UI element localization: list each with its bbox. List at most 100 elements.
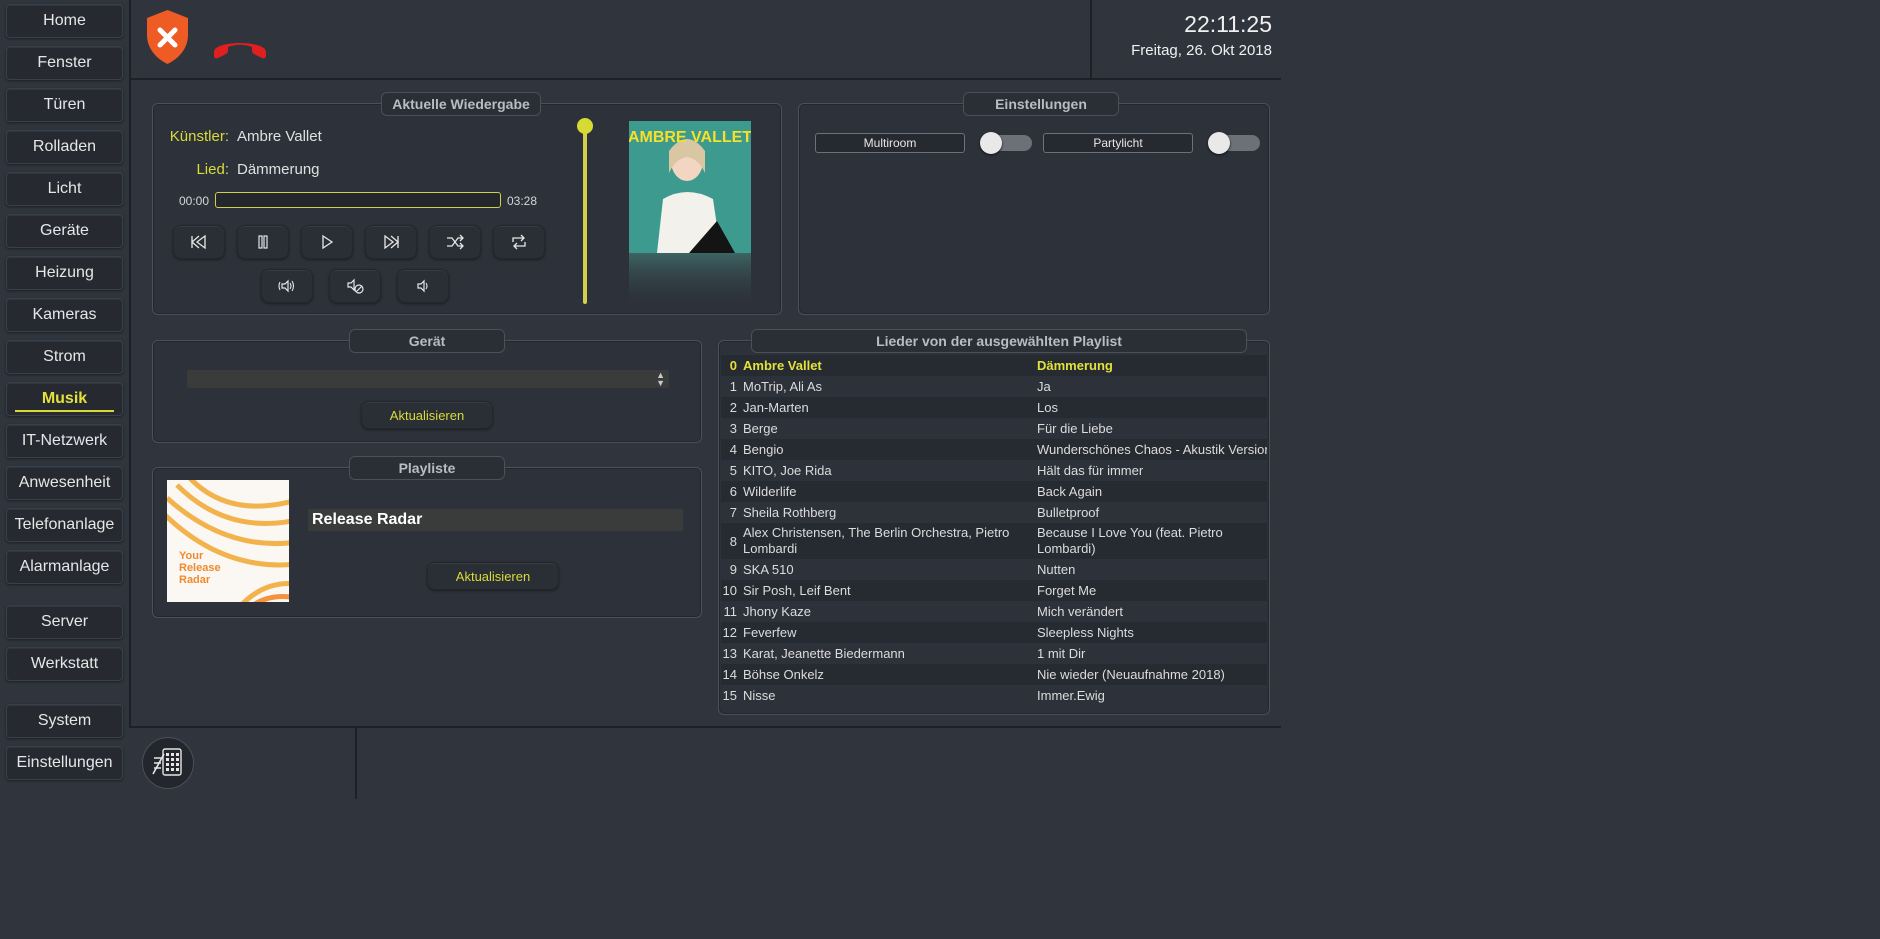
row-artist: Böhse Onkelz (743, 666, 824, 682)
row-title: Immer.Ewig (1037, 687, 1105, 703)
row-title: Wunderschönes Chaos - Akustik Version (1037, 441, 1267, 457)
table-row[interactable]: 12 Feverfew Sleepless Nights (721, 622, 1267, 643)
table-row[interactable]: 13 Karat, Jeanette Biedermann 1 mit Dir (721, 643, 1267, 664)
sidebar-item-system[interactable]: System (6, 704, 123, 738)
row-artist: Berge (743, 420, 778, 436)
song-label: Lied: (196, 161, 229, 178)
sidebar-item-server[interactable]: Server (6, 605, 123, 639)
repeat-button[interactable] (493, 225, 545, 259)
sidebar-item-musik[interactable]: Musik (6, 382, 123, 416)
sidebar-item-home[interactable]: Home (6, 4, 123, 38)
volume-slider[interactable] (577, 118, 593, 304)
keypad-icon (152, 748, 182, 776)
row-artist: SKA 510 (743, 561, 794, 577)
sidebar-item-anwesenheit[interactable]: Anwesenheit (6, 466, 123, 500)
shuffle-button[interactable] (429, 225, 481, 259)
multiroom-label: Multiroom (815, 133, 965, 153)
sidebar-item-heizung[interactable]: Heizung (6, 256, 123, 290)
sidebar-item-telefonanlage[interactable]: Telefonanlage (6, 508, 123, 542)
forward-button[interactable] (365, 225, 417, 259)
table-row[interactable]: 4 Bengio Wunderschönes Chaos - Akustik Ver… (721, 439, 1267, 460)
row-number: 13 (722, 646, 737, 661)
table-row[interactable]: 6 Wilderlife Back Again (721, 481, 1267, 502)
clock-time: 22:11:25 (1184, 11, 1272, 37)
phone-hangup-icon[interactable] (210, 32, 270, 60)
table-row[interactable]: 7 Sheila Rothberg Bulletproof (721, 502, 1267, 523)
sidebar-item-rolladen[interactable]: Rolladen (6, 130, 123, 164)
progress-bar[interactable] (215, 192, 501, 208)
artist-label: Künstler: (169, 128, 229, 145)
time-current: 00:00 (179, 194, 210, 208)
sidebar-item-it-netzwerk[interactable]: IT-Netzwerk (6, 424, 123, 458)
row-artist: Karat, Jeanette Biedermann (743, 645, 905, 661)
rewind-button[interactable] (173, 225, 225, 259)
table-row[interactable]: 8 Alex Christensen, The Berlin Orchestra,… (721, 523, 1267, 559)
sidebar-item-einstellungen[interactable]: Einstellungen (6, 746, 123, 780)
table-row[interactable]: 11 Jhony Kaze Mich verändert (721, 601, 1267, 622)
multiroom-toggle[interactable] (980, 132, 1032, 154)
mute-button[interactable] (329, 269, 381, 303)
playlist-name: Release Radar (308, 509, 683, 531)
settings-title: Einstellungen (963, 92, 1119, 116)
row-title: Ja (1037, 378, 1051, 394)
row-number: 9 (729, 562, 737, 577)
sidebar-item-fenster[interactable]: Fenster (6, 46, 123, 80)
multiroom-toggle-knob (980, 132, 1002, 154)
songs-table: 0 Ambre Vallet Dämmerung 1 MoTrip, Ali As Ja… (721, 355, 1267, 713)
row-title: Forget Me (1037, 582, 1097, 598)
table-row[interactable]: 10 Sir Posh, Leif Bent Forget Me (721, 580, 1267, 601)
row-title: 1 mit Dir (1037, 645, 1086, 661)
volume-slider-handle[interactable] (577, 118, 593, 134)
volume-down-button[interactable] (397, 269, 449, 303)
sidebar-item-alarmanlage[interactable]: Alarmanlage (6, 550, 123, 584)
table-row[interactable]: 14 Böhse Onkelz Nie wieder (Neuaufnahme 20… (721, 664, 1267, 685)
album-cover: AMBRE VALLET (628, 121, 752, 311)
partylicht-toggle[interactable] (1208, 132, 1260, 154)
row-number: 10 (722, 583, 737, 598)
sidebar-item-werkstatt[interactable]: Werkstatt (6, 647, 123, 681)
volume-down-icon (417, 279, 428, 293)
device-select[interactable]: ▲ ▼ (187, 370, 669, 388)
row-number: 5 (729, 463, 737, 478)
sidebar-item-kameras[interactable]: Kameras (6, 298, 123, 332)
playlist-cover: Your Release Radar (167, 480, 289, 602)
device-select-value (187, 372, 193, 386)
clock-date: Freitag, 26. Okt 2018 (1131, 42, 1272, 59)
row-number: 12 (722, 625, 737, 640)
volume-up-button[interactable] (261, 269, 313, 303)
row-title: Back Again (1037, 483, 1103, 499)
row-artist: Alex Christensen, The Berlin Orchestra, … (743, 525, 1010, 556)
row-number: 3 (729, 421, 737, 436)
table-row[interactable]: 5 KITO, Joe Rida Hält das für immer (721, 460, 1267, 481)
playlist-refresh-button[interactable]: Aktualisieren (427, 562, 559, 590)
row-artist: KITO, Joe Rida (743, 462, 832, 478)
table-row[interactable]: 1 MoTrip, Ali As Ja (721, 376, 1267, 397)
time-total: 03:28 (507, 194, 538, 208)
song-value: Dämmerung (237, 161, 320, 178)
clock-divider (1090, 0, 1092, 79)
table-row[interactable]: 2 Jan-Marten Los (721, 397, 1267, 418)
sidebar-item-licht[interactable]: Licht (6, 172, 123, 206)
keypad-button[interactable] (142, 737, 194, 789)
row-artist: Sir Posh, Leif Bent (743, 582, 851, 598)
device-title: Gerät (349, 329, 505, 353)
songs-title: Lieder von der ausgewählten Playlist (751, 329, 1247, 353)
play-button[interactable] (301, 225, 353, 259)
sidebar-item-geraete[interactable]: Geräte (6, 214, 123, 248)
table-row[interactable]: 9 SKA 510 Nutten (721, 559, 1267, 580)
table-row[interactable]: 3 Berge Für die Liebe (721, 418, 1267, 439)
album-cover-text: AMBRE VALLET (629, 129, 751, 146)
footer-column-divider (355, 727, 357, 799)
sidebar-item-tueren[interactable]: Türen (6, 88, 123, 122)
shield-alarm-icon[interactable] (145, 9, 190, 65)
now-playing-panel: Aktuelle Wiedergabe Künstler: Ambre Vall… (152, 92, 782, 315)
table-row[interactable]: 0 Ambre Vallet Dämmerung (721, 355, 1267, 376)
select-arrows-icon: ▲ ▼ (656, 370, 665, 388)
device-refresh-button[interactable]: Aktualisieren (361, 401, 493, 429)
row-artist: Sheila Rothberg (743, 504, 837, 520)
pause-button[interactable] (237, 225, 289, 259)
content-divider (129, 0, 131, 728)
row-number: 4 (729, 442, 737, 457)
table-row[interactable]: 15 Nisse Immer.Ewig (721, 685, 1267, 706)
sidebar-item-strom[interactable]: Strom (6, 340, 123, 374)
